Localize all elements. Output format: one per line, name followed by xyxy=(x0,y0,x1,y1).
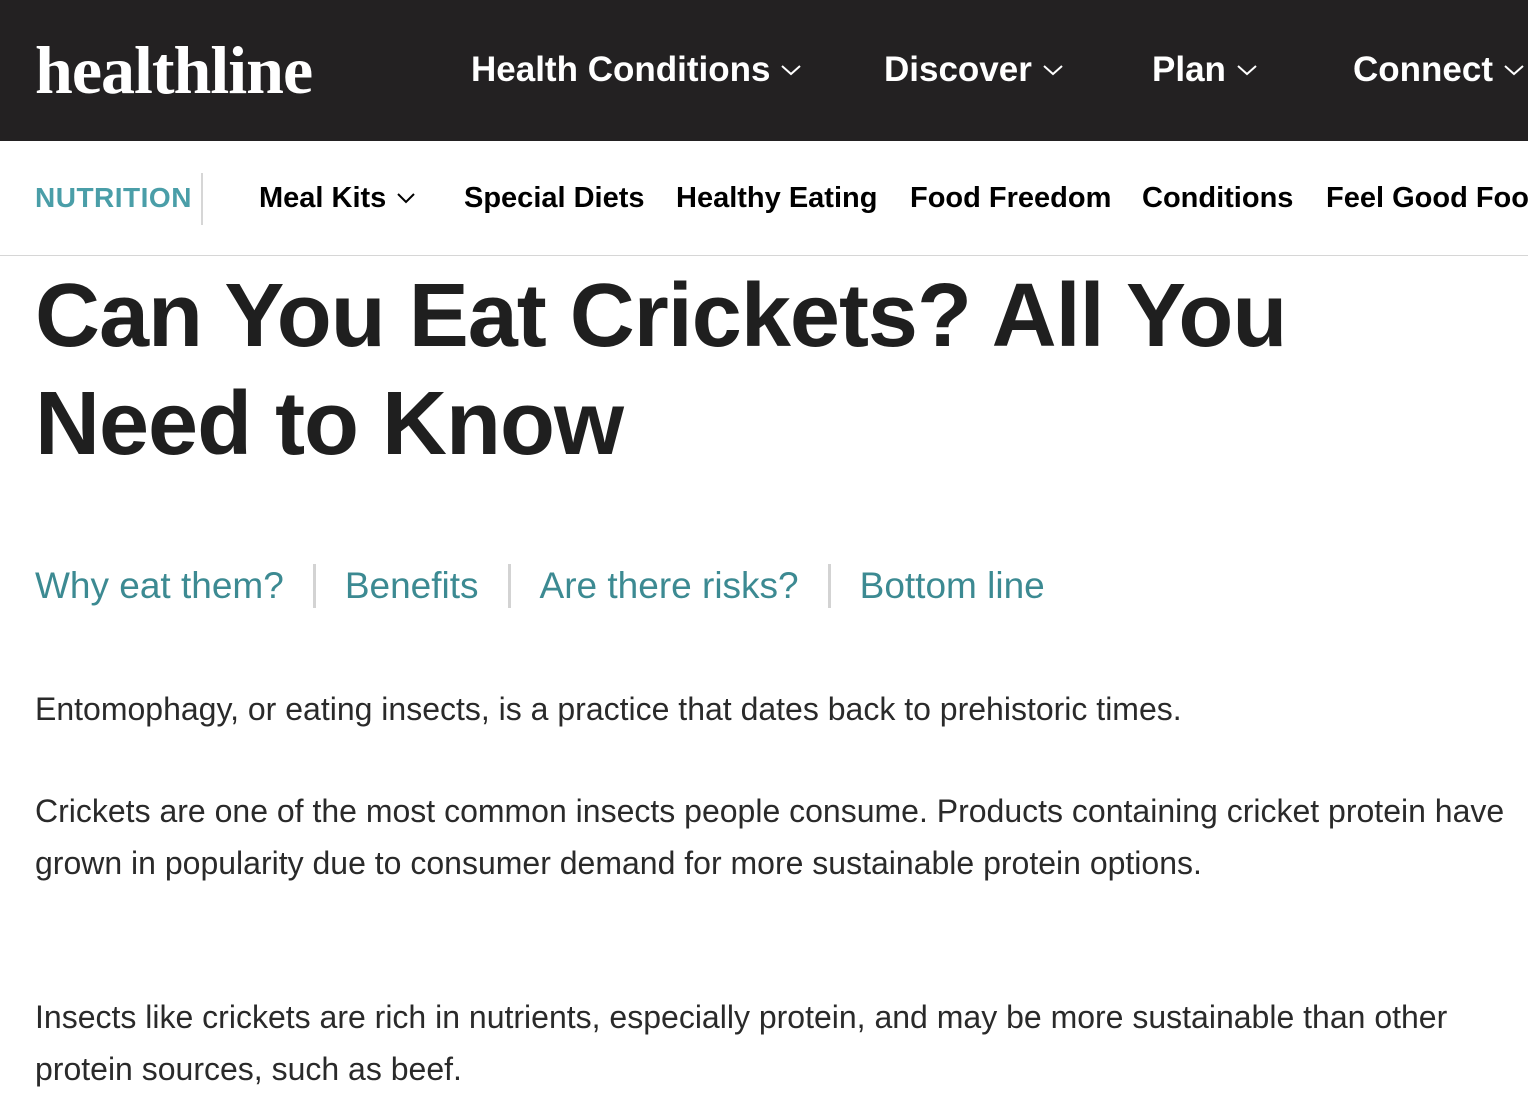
nav-health-conditions-label: Health Conditions xyxy=(471,50,771,89)
subnav-section-nutrition[interactable]: NUTRITION xyxy=(35,181,192,215)
jump-link-separator xyxy=(507,564,511,608)
healthline-logo[interactable]: healthline xyxy=(35,30,313,110)
jump-link-separator xyxy=(827,564,831,608)
chevron-down-icon xyxy=(780,63,802,77)
article-title: Can You Eat Crickets? All You Need to Kn… xyxy=(35,266,1287,474)
subnav-item-conditions[interactable]: Conditions xyxy=(1142,179,1293,217)
jump-link-why-eat-them[interactable]: Why eat them? xyxy=(35,562,284,610)
chevron-down-icon xyxy=(396,192,416,204)
article-paragraph: Crickets are one of the most common inse… xyxy=(35,793,1505,881)
jump-link-benefits[interactable]: Benefits xyxy=(345,562,479,610)
chevron-down-icon xyxy=(1503,63,1525,77)
nav-connect[interactable]: Connect xyxy=(1353,48,1525,92)
subnav-item-healthy-eating[interactable]: Healthy Eating xyxy=(676,179,877,217)
article-paragraph: Insects like crickets are rich in nutrie… xyxy=(35,999,1448,1087)
nav-discover[interactable]: Discover xyxy=(884,48,1064,92)
article-paragraph: Entomophagy, or eating insects, is a pra… xyxy=(35,691,1182,727)
jump-link-separator xyxy=(312,564,316,608)
jump-link-risks[interactable]: Are there risks? xyxy=(540,562,799,610)
chevron-down-icon xyxy=(1042,63,1064,77)
subnav-item-special-diets[interactable]: Special Diets xyxy=(464,179,645,217)
subnav-item-meal-kits[interactable]: Meal Kits xyxy=(259,179,416,217)
nutrition-subnav: NUTRITION Meal Kits Special Diets Health… xyxy=(0,141,1528,256)
chevron-down-icon xyxy=(1236,63,1258,77)
nav-discover-label: Discover xyxy=(884,50,1032,89)
jump-links: Why eat them? Benefits Are there risks? … xyxy=(35,562,1045,610)
nav-health-conditions[interactable]: Health Conditions xyxy=(471,48,802,92)
nav-connect-label: Connect xyxy=(1353,50,1493,89)
subnav-item-label: Meal Kits xyxy=(259,181,387,214)
jump-link-bottom-line[interactable]: Bottom line xyxy=(860,562,1045,610)
nav-plan[interactable]: Plan xyxy=(1152,48,1258,92)
subnav-divider xyxy=(201,173,203,225)
subnav-item-food-freedom[interactable]: Food Freedom xyxy=(910,179,1111,217)
subnav-item-feel-good-food[interactable]: Feel Good Food xyxy=(1326,179,1528,217)
nav-plan-label: Plan xyxy=(1152,50,1226,89)
top-navigation-bar: healthline Health Conditions Discover Pl… xyxy=(0,0,1528,141)
